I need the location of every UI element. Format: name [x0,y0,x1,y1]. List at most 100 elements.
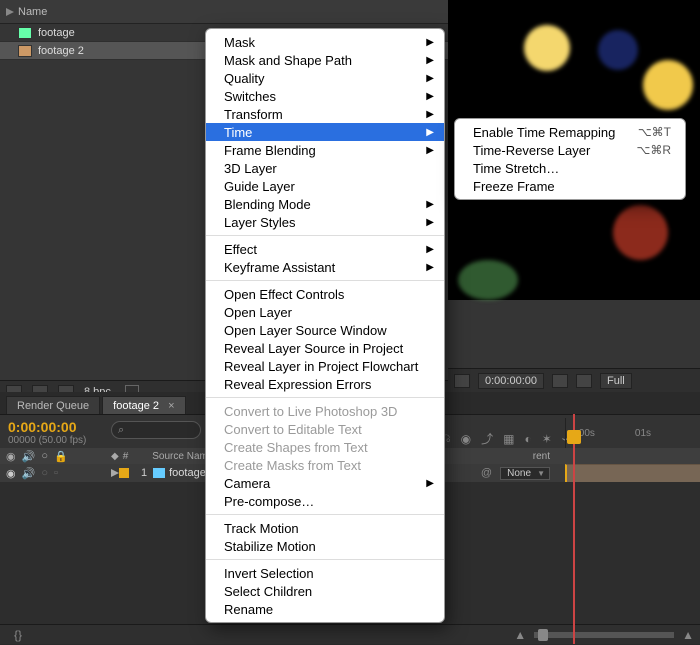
preview-timecode[interactable]: 0:00:00:00 [478,373,544,389]
menu-item-label: Reveal Layer Source in Project [224,341,403,356]
menu-item-label: Invert Selection [224,566,314,581]
solo-switch-icon[interactable]: ○ [41,450,48,463]
close-icon[interactable]: × [168,400,174,412]
time-ruler[interactable]: :00s 01s [565,418,700,448]
menu-item-track-motion[interactable]: Track Motion [206,519,444,537]
resolution-dropdown[interactable]: Full [600,373,632,389]
twirl-icon[interactable] [111,469,119,477]
menu-item-quality[interactable]: Quality▶ [206,69,444,87]
menu-item-stabilize-motion[interactable]: Stabilize Motion [206,537,444,555]
menu-item-effect[interactable]: Effect▶ [206,240,444,258]
submenu-arrow-icon: ▶ [426,109,434,120]
parent-dropdown[interactable]: None [500,467,550,480]
zoom-in-icon[interactable]: ▲ [682,628,694,642]
col-parent-header[interactable]: rent [533,451,550,462]
tab-render-queue[interactable]: Render Queue [6,396,100,414]
menu-item-label: Select Children [224,584,312,599]
menu-separator [206,559,444,560]
video-switch-icon[interactable]: ◉ [6,450,16,463]
bokeh-light [458,260,518,300]
layer-duration-bar[interactable] [565,464,700,482]
submenu-item-freeze-frame[interactable]: Freeze Frame [455,177,685,195]
menu-item-switches[interactable]: Switches▶ [206,87,444,105]
menu-item-label: Freeze Frame [473,179,555,194]
submenu-item-time-reverse-layer[interactable]: Time-Reverse Layer⌥⌘R [455,141,685,159]
menu-item-transform[interactable]: Transform ▶ [206,105,444,123]
menu-item-rename[interactable]: Rename [206,600,444,618]
magnification-icon[interactable] [454,374,470,388]
menu-item-reveal-layer-source-in-project[interactable]: Reveal Layer Source in Project [206,339,444,357]
cti-knob-icon[interactable] [567,430,581,444]
tab-label: Render Queue [17,400,89,412]
col-layer-tag-icon[interactable]: ◆ [111,451,119,462]
menu-item-label: Enable Time Remapping [473,125,615,140]
submenu-arrow-icon: ▶ [426,145,434,156]
menu-item-label: Effect [224,242,257,257]
submenu-arrow-icon: ▶ [426,55,434,66]
menu-item-label: Transform [224,107,283,122]
col-index-header[interactable]: # [123,451,129,462]
draft3d-icon[interactable]: ◉ [461,432,471,446]
shy-icon[interactable]: ⤴ [481,430,493,447]
menu-item-3d-layer[interactable]: 3D Layer [206,159,444,177]
menu-item-guide-layer[interactable]: Guide Layer [206,177,444,195]
toggle-modes-icon[interactable]: {} [14,628,22,642]
audio-toggle[interactable]: 🔊 [22,467,36,480]
expand-icon[interactable] [6,8,14,16]
menu-item-label: Create Masks from Text [224,458,361,473]
tab-label: footage 2 [113,400,159,412]
menu-item-convert-to-live-photoshop-3d: Convert to Live Photoshop 3D [206,402,444,420]
footage-icon [18,27,32,39]
menu-item-label: Convert to Editable Text [224,422,362,437]
submenu-item-time-stretch[interactable]: Time Stretch… [455,159,685,177]
menu-item-convert-to-editable-text: Convert to Editable Text [206,420,444,438]
audio-switch-icon[interactable]: 🔊 [22,450,36,463]
menu-shortcut: ⌥⌘R [637,143,672,157]
zoom-slider[interactable] [534,632,674,638]
menu-item-pre-compose[interactable]: Pre-compose… [206,492,444,510]
pickwhip-icon[interactable]: @ [481,467,492,479]
tab-composition[interactable]: footage 2 × [102,396,185,414]
menu-item-camera[interactable]: Camera▶ [206,474,444,492]
menu-item-keyframe-assistant[interactable]: Keyframe Assistant▶ [206,258,444,276]
layer-name[interactable]: footage [153,467,206,479]
menu-item-label: Quality [224,71,264,86]
current-time-display[interactable]: 0:00:00:00 [8,419,97,435]
zoom-out-icon[interactable]: ▲ [514,628,526,642]
brainstorm-icon[interactable]: ✶ [542,432,552,446]
submenu-arrow-icon: ▶ [426,91,434,102]
menu-separator [206,235,444,236]
timeline-search-input[interactable]: ⌕ [111,421,201,439]
col-name-header[interactable]: Name [18,6,47,18]
current-time-indicator[interactable] [573,414,575,644]
menu-item-select-children[interactable]: Select Children [206,582,444,600]
submenu-arrow-icon: ▶ [426,37,434,48]
channels-icon[interactable] [576,374,592,388]
frameblend-icon[interactable]: ▦ [503,432,514,446]
submenu-arrow-icon: ▶ [426,478,434,489]
menu-item-open-layer-source-window[interactable]: Open Layer Source Window [206,321,444,339]
solo-toggle[interactable]: ○ [41,467,48,480]
menu-item-label: Mask and Shape Path [224,53,352,68]
menu-item-mask[interactable]: Mask▶ [206,33,444,51]
menu-item-reveal-layer-in-project-flowchart[interactable]: Reveal Layer in Project Flowchart [206,357,444,375]
time-submenu: Enable Time Remapping⌥⌘TTime-Reverse Lay… [454,118,686,200]
layer-label-swatch[interactable] [119,468,129,478]
video-toggle[interactable]: ◉ [6,467,16,480]
lock-toggle[interactable]: ▫ [54,467,58,480]
menu-item-frame-blending[interactable]: Frame Blending▶ [206,141,444,159]
menu-item-time[interactable]: Time▶ [206,123,444,141]
snapshot-icon[interactable] [552,374,568,388]
menu-item-open-effect-controls[interactable]: Open Effect Controls [206,285,444,303]
menu-item-open-layer[interactable]: Open Layer [206,303,444,321]
menu-item-blending-mode[interactable]: Blending Mode▶ [206,195,444,213]
bokeh-light [598,30,638,70]
submenu-item-enable-time-remapping[interactable]: Enable Time Remapping⌥⌘T [455,123,685,141]
menu-item-invert-selection[interactable]: Invert Selection [206,564,444,582]
menu-item-reveal-expression-errors[interactable]: Reveal Expression Errors [206,375,444,393]
lock-switch-icon[interactable]: 🔒 [54,450,68,463]
menu-item-label: Rename [224,602,273,617]
motionblur-icon[interactable]: ◐ [524,432,531,446]
menu-item-mask-and-shape-path[interactable]: Mask and Shape Path ▶ [206,51,444,69]
menu-item-layer-styles[interactable]: Layer Styles▶ [206,213,444,231]
